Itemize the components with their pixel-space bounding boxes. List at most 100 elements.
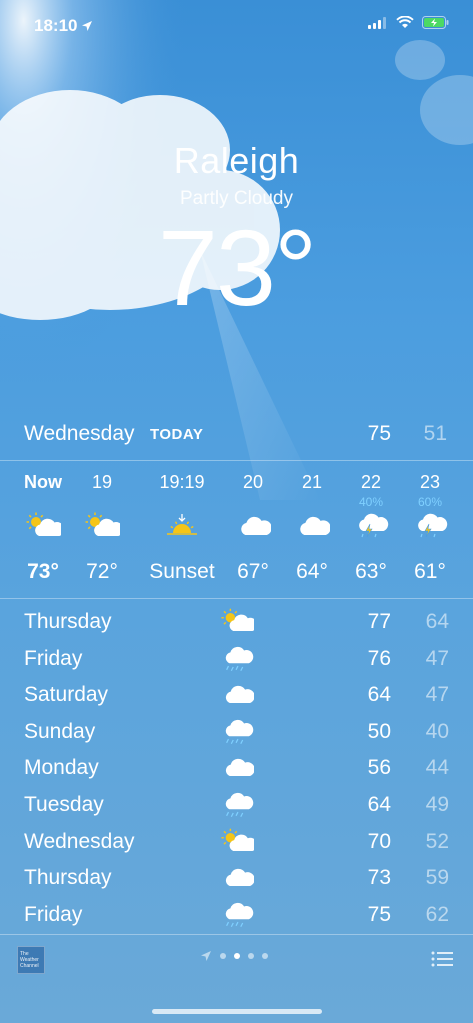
rain-cloud-icon [225,792,254,818]
page-dot[interactable] [262,953,268,959]
day-name: Wednesday [24,829,135,853]
day-name: Thursday [24,610,112,633]
daily-row: Thursday 77 64 [0,604,473,641]
page-dot[interactable] [234,953,240,959]
rain-cloud-icon [225,902,254,927]
clock-time: 18:10 [34,16,78,35]
hourly-item: 23 60% 61° [399,460,461,598]
daily-row: Saturday 64 47 [0,677,473,714]
daily-row: Thursday 73 59 [0,860,473,897]
hourly-forecast[interactable]: Now 73° 19 72° 19:19 Sunset 20 67° 21 64° 22 40% 63°… [0,460,473,598]
weather-channel-logo-text: The Weather Channel [20,951,39,969]
day-low: 52 [425,829,449,853]
cloud-icon [241,516,272,535]
day-high: 76 [367,646,391,670]
day-name: Tuesday [24,792,104,816]
city-name: Raleigh [173,140,300,181]
divider [0,934,473,935]
hour-temperature: 72° [86,560,118,583]
day-name: Thursday [24,866,112,890]
today-high: 75 [367,422,391,445]
hour-temperature: 67° [237,560,269,583]
cellular-signal-icon [368,16,386,29]
clock: 18:10 [34,16,93,36]
today-summary: Wednesday TODAY 75 51 [0,418,473,454]
hourly-item: 21 64° [281,460,343,598]
daily-row: Tuesday 64 49 [0,787,473,824]
daily-row: Wednesday 70 52 [0,824,473,861]
location-arrow-icon [82,21,93,31]
current-temperature: 73° [157,207,317,328]
sun-behind-cloud-icon [26,512,65,536]
thunderstorm-icon [418,513,448,538]
hourly-item: 19 72° [71,460,133,598]
daily-forecast[interactable]: Thursday 77 64 Friday 76 47 Saturday 64 47 Sunday… [0,604,473,933]
status-icons [368,16,449,29]
day-low: 47 [425,646,449,670]
hour-label: 23 [419,472,441,492]
thunderstorm-icon [359,513,389,538]
day-name: Friday [24,646,83,670]
page-dot[interactable] [220,953,226,959]
hourly-item: 20 67° [222,460,284,598]
weather-channel-logo[interactable]: The Weather Channel [17,946,45,974]
page-dot[interactable] [248,953,254,959]
today-low: 51 [423,422,447,445]
status-bar: 18:10 [0,0,473,50]
current-weather: Raleigh Partly Cloudy 73° [0,140,473,322]
hour-temperature: 64° [296,560,328,583]
day-name: Sunday [24,719,96,743]
cloud-icon [225,869,255,887]
hour-label: 19:19 [159,472,205,492]
precip-chance: 40% [358,495,384,509]
day-name: Friday [24,902,83,926]
day-high: 50 [367,719,391,743]
daily-row: Sunday 50 40 [0,714,473,751]
day-low: 64 [425,610,449,633]
day-low: 59 [425,866,449,890]
day-high: 73 [367,866,391,890]
condition-text: Partly Cloudy [180,188,293,209]
sun-behind-cloud-icon [85,512,124,536]
day-low: 44 [425,756,449,780]
sunset-icon [167,514,197,535]
rain-cloud-icon [225,646,254,671]
day-high: 64 [367,683,391,707]
cloud-icon [225,759,255,777]
cloud-icon [300,516,331,535]
daily-row: Friday 75 62 [0,897,473,934]
hour-label: 20 [242,472,264,492]
home-indicator[interactable] [152,1009,322,1014]
hour-temperature: 61° [414,560,446,583]
day-high: 75 [367,902,391,926]
hourly-item: 22 40% 63° [340,460,402,598]
hour-temperature: 6 [458,560,473,584]
day-low: 62 [425,902,449,926]
hourly-item: Now 73° [12,460,74,598]
hour-temperature: Sunset [149,560,215,583]
rain-cloud-icon [225,719,254,744]
daily-row: Friday 76 47 [0,641,473,678]
hourly-item: 6 [458,460,473,598]
divider [0,598,473,599]
day-high: 77 [367,610,391,633]
day-low: 47 [425,683,449,707]
today-day: Wednesday [24,422,135,445]
cloud-icon [225,686,255,704]
hour-temperature: 73° [27,560,59,583]
battery-charging-icon [422,16,449,29]
today-badge: TODAY [150,426,204,443]
bottom-bar: The Weather Channel [0,936,473,1023]
list-icon[interactable] [431,950,453,968]
location-arrow-icon [201,951,211,961]
hour-label: Now [24,472,62,492]
page-indicator[interactable] [200,950,268,962]
day-high: 70 [367,829,391,853]
hour-label: 19 [91,472,113,492]
precip-chance: 60% [417,495,443,509]
hour-label: 21 [301,472,323,492]
day-high: 64 [367,792,391,816]
day-low: 49 [425,792,449,816]
day-low: 40 [425,719,449,743]
hour-temperature: 63° [355,560,387,583]
